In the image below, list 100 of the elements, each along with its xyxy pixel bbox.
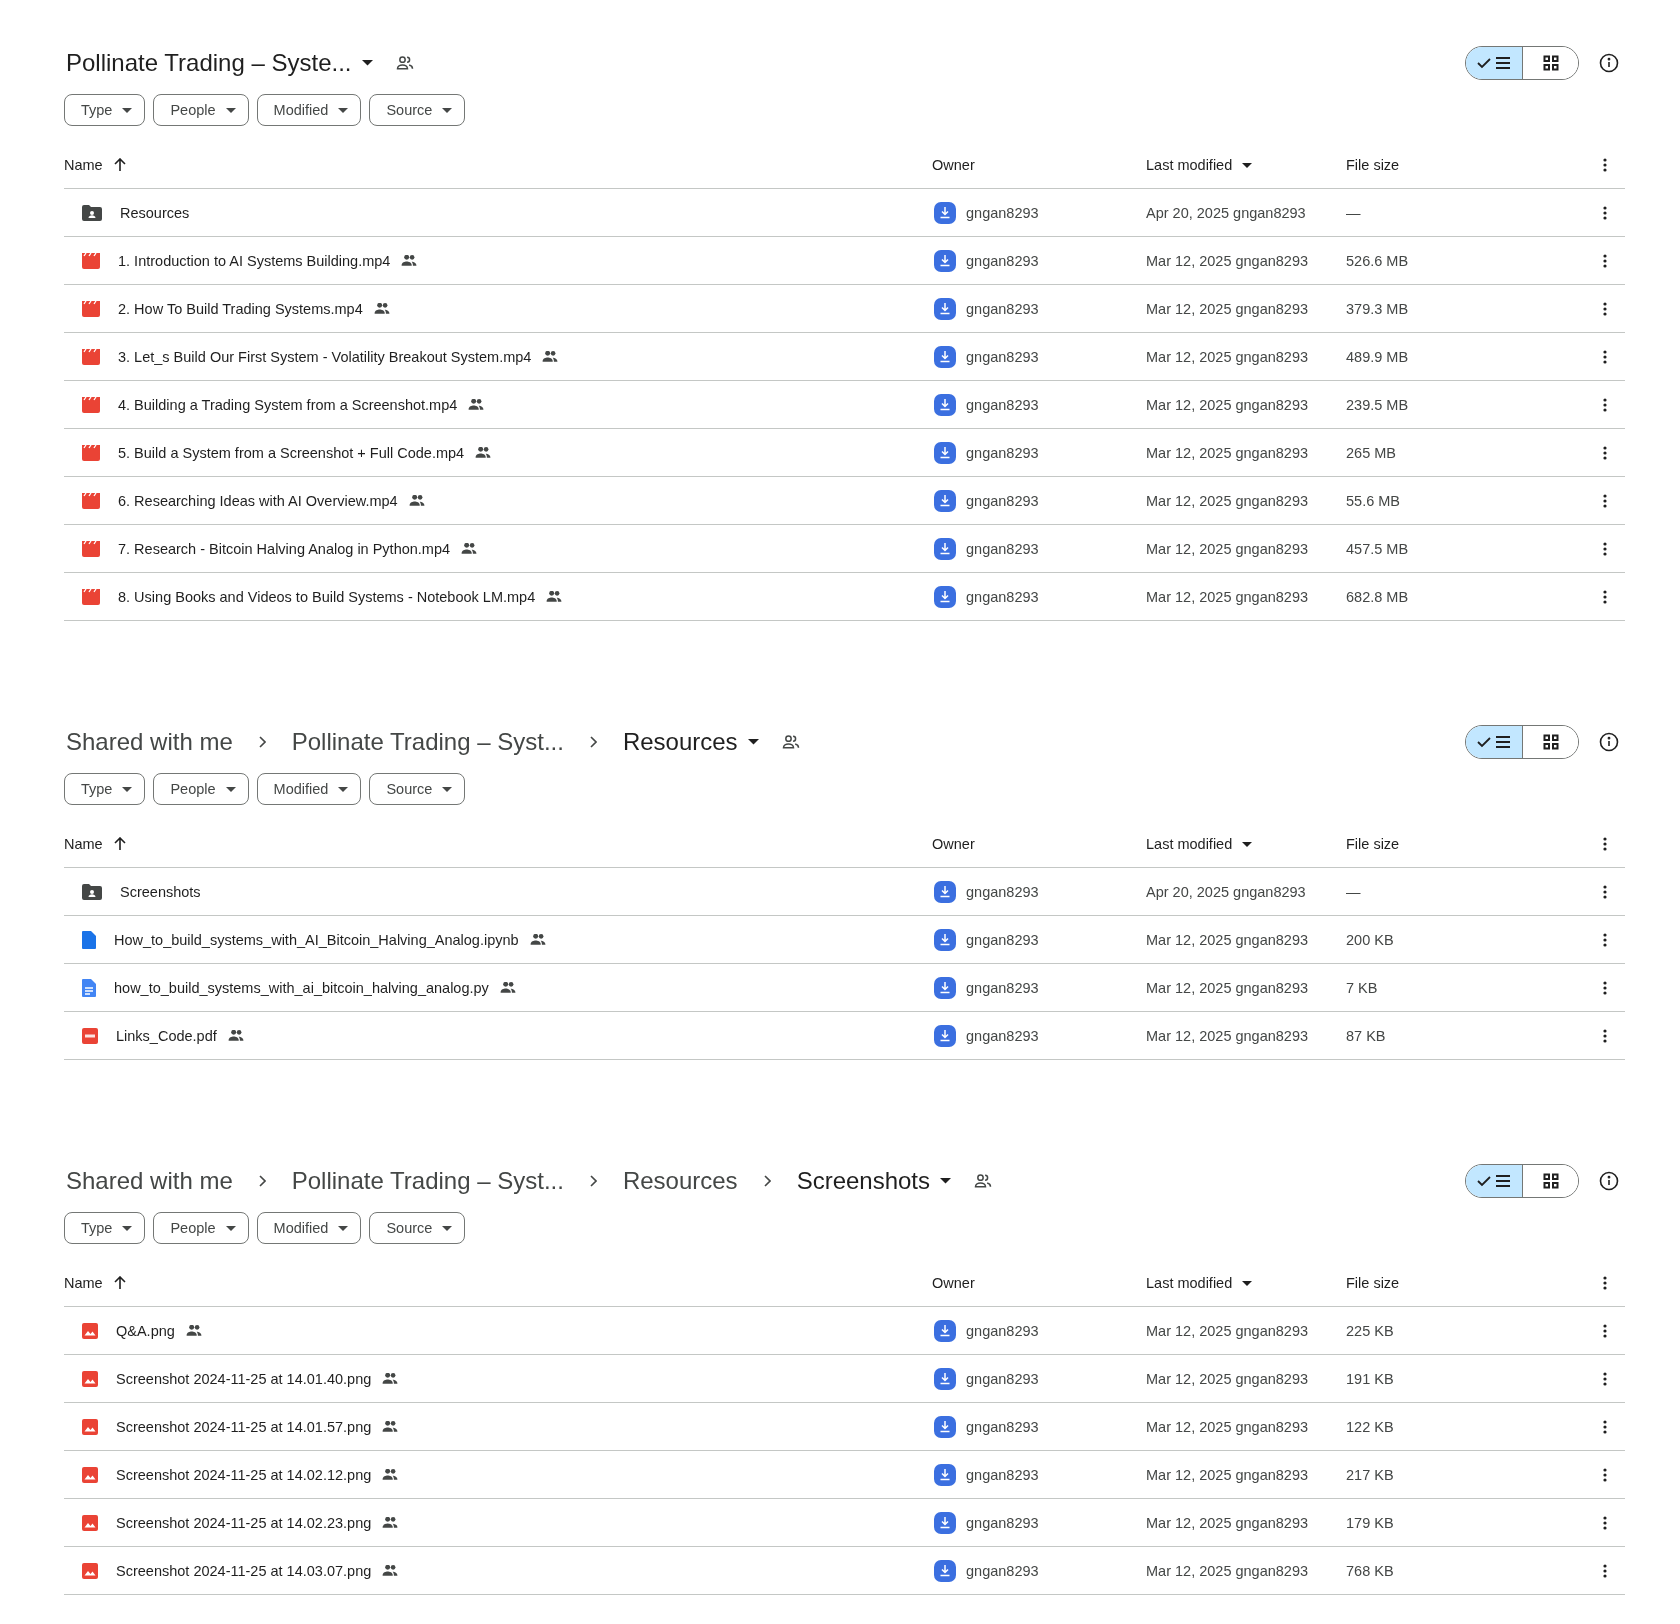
chevron-right-icon	[258, 1175, 266, 1187]
video-file-icon	[82, 540, 100, 557]
file-row[interactable]: Links_Code.pdf gngan8293 Mar 12, 2025 gngan8293 87 KB	[64, 1012, 1625, 1060]
caret-icon	[1242, 1280, 1253, 1286]
download-avatar-icon	[934, 1415, 956, 1438]
grid-view-button[interactable]	[1522, 1165, 1578, 1197]
caret-icon	[442, 786, 453, 792]
filter-chip[interactable]: Modified	[256, 773, 362, 805]
column-header[interactable]: Name	[64, 157, 932, 173]
shared-folder-icon	[82, 883, 102, 900]
column-header[interactable]: File size	[1346, 1275, 1585, 1291]
modified-date: Mar 12, 2025 gngan8293	[1146, 300, 1310, 317]
breadcrumb-item[interactable]: Resources	[620, 1163, 740, 1199]
modified-date: Mar 12, 2025 gngan8293	[1146, 1466, 1310, 1483]
file-name: Q&A.png	[116, 1322, 175, 1339]
caret-icon	[225, 786, 236, 792]
owner-name: gngan8293	[966, 540, 1039, 557]
file-row[interactable]: 7. Research - Bitcoin Halving Analog in Python.mp4 gngan8293 Mar 12, 2025 gngan8293 457.5 MB	[64, 525, 1625, 573]
caret-icon	[747, 739, 759, 745]
grid-view-button[interactable]	[1522, 726, 1578, 758]
download-avatar-icon	[934, 1559, 956, 1582]
list-view-button[interactable]	[1466, 726, 1522, 758]
file-row[interactable]: Resources gngan8293 Apr 20, 2025 gngan8293 —	[64, 189, 1625, 237]
column-header[interactable]: Last modified	[1146, 157, 1346, 173]
file-row[interactable]: Screenshot 2024-11-25 at 14.01.57.png gngan8293 Mar 12, 2025 gngan8293 122 KB	[64, 1403, 1625, 1451]
filter-chip[interactable]: Type	[64, 773, 146, 805]
arrow-up-icon	[112, 158, 127, 172]
breadcrumb-item[interactable]: Pollinate Trading – Syste...	[64, 45, 375, 81]
column-header[interactable]: Owner	[932, 836, 1146, 852]
breadcrumb-item[interactable]: Shared with me	[64, 1163, 235, 1199]
file-row[interactable]: 2. How To Build Trading Systems.mp4 gngan8293 Mar 12, 2025 gngan8293 379.3 MB	[64, 285, 1625, 333]
filter-chip[interactable]: Modified	[256, 1212, 362, 1244]
caret-icon	[1242, 841, 1253, 847]
arrow-up-icon	[112, 837, 127, 851]
video-file-icon	[82, 444, 100, 461]
file-row[interactable]: Screenshots gngan8293 Apr 20, 2025 gngan8293 —	[64, 868, 1625, 916]
grid-view-button[interactable]	[1522, 47, 1578, 79]
filter-chip[interactable]: People	[153, 1212, 249, 1244]
breadcrumb-item[interactable]: Screenshots	[794, 1163, 954, 1199]
file-row[interactable]: Screenshot 2024-11-25 at 14.03.07.png gngan8293 Mar 12, 2025 gngan8293 768 KB	[64, 1547, 1625, 1595]
filter-chip[interactable]: Type	[64, 94, 146, 126]
people-icon	[780, 732, 801, 752]
file-row[interactable]: 3. Let_s Build Our First System - Volatility Breakout System.mp4 gngan8293 Mar 12, 2025 gngan8293 489.9 MB	[64, 333, 1625, 381]
more-icon	[1603, 884, 1607, 899]
download-avatar-icon	[934, 249, 956, 272]
filter-chip[interactable]: Modified	[256, 94, 362, 126]
breadcrumb-item[interactable]: Shared with me	[64, 724, 235, 760]
file-name: 3. Let_s Build Our First System - Volatility Breakout System.mp4	[118, 348, 532, 365]
column-header[interactable]: Last modified	[1146, 1275, 1346, 1291]
filter-chip[interactable]: People	[153, 94, 249, 126]
column-header[interactable]: Last modified	[1146, 836, 1346, 852]
list-view-button[interactable]	[1466, 1165, 1522, 1197]
owner-name: gngan8293	[966, 1466, 1039, 1483]
file-row[interactable]: 6. Researching Ideas with AI Overview.mp4 gngan8293 Mar 12, 2025 gngan8293 55.6 MB	[64, 477, 1625, 525]
more-icon	[1603, 932, 1607, 947]
breadcrumb-item[interactable]: Pollinate Trading – Syst...	[289, 1163, 566, 1199]
file-row[interactable]: 8. Using Books and Videos to Build Systems - Notebook LM.mp4 gngan8293 Mar 12, 2025 gngan8293 682.8 MB	[64, 573, 1625, 621]
file-row[interactable]: 4. Building a Trading System from a Screenshot.mp4 gngan8293 Mar 12, 2025 gngan8293 239.5 MB	[64, 381, 1625, 429]
column-header[interactable]: File size	[1346, 157, 1585, 173]
file-size: 489.9 MB	[1346, 348, 1410, 365]
column-header[interactable]: Owner	[932, 1275, 1146, 1291]
modified-date: Mar 12, 2025 gngan8293	[1146, 492, 1310, 509]
file-row[interactable]: Screenshot 2024-11-25 at 14.01.40.png gngan8293 Mar 12, 2025 gngan8293 191 KB	[64, 1355, 1625, 1403]
list-view-button[interactable]	[1466, 47, 1522, 79]
file-row[interactable]: Q&A.png gngan8293 Mar 12, 2025 gngan8293 225 KB	[64, 1307, 1625, 1355]
document-icon	[82, 930, 96, 949]
file-size: 122 KB	[1346, 1418, 1395, 1435]
chevron-right-icon	[258, 736, 266, 748]
more-icon	[1603, 589, 1607, 604]
column-header[interactable]: File size	[1346, 836, 1585, 852]
file-size: 239.5 MB	[1346, 396, 1410, 413]
owner-name: gngan8293	[966, 204, 1039, 221]
file-size: 179 KB	[1346, 1514, 1395, 1531]
filter-chip[interactable]: Source	[369, 773, 466, 805]
more-icon	[1603, 1563, 1607, 1578]
image-file-icon	[82, 1514, 98, 1531]
file-row[interactable]: Screenshot 2024-11-25 at 14.02.23.png gngan8293 Mar 12, 2025 gngan8293 179 KB	[64, 1499, 1625, 1547]
column-header[interactable]: Name	[64, 1275, 932, 1291]
column-header[interactable]: Name	[64, 836, 932, 852]
breadcrumb-item[interactable]: Pollinate Trading – Syst...	[289, 724, 566, 760]
file-size: —	[1346, 883, 1362, 900]
more-icon	[1603, 1515, 1607, 1530]
caret-icon	[122, 107, 133, 113]
file-row[interactable]: How_to_build_systems_with_AI_Bitcoin_Halving_Analog.ipynb gngan8293 Mar 12, 2025 gngan8293 200 KB	[64, 916, 1625, 964]
filter-chip[interactable]: Source	[369, 94, 466, 126]
filter-chip[interactable]: Source	[369, 1212, 466, 1244]
file-row[interactable]: Screenshot 2024-11-25 at 14.02.12.png gngan8293 Mar 12, 2025 gngan8293 217 KB	[64, 1451, 1625, 1499]
download-avatar-icon	[934, 1367, 956, 1390]
file-size: 87 KB	[1346, 1027, 1387, 1044]
caret-icon	[122, 786, 133, 792]
column-header[interactable]: Owner	[932, 157, 1146, 173]
file-row[interactable]: 5. Build a System from a Screenshot + Full Code.mp4 gngan8293 Mar 12, 2025 gngan8293 265 MB	[64, 429, 1625, 477]
file-size: 7 KB	[1346, 979, 1379, 996]
more-icon	[1603, 158, 1607, 172]
file-name: 7. Research - Bitcoin Halving Analog in Python.mp4	[118, 540, 451, 557]
filter-chip[interactable]: People	[153, 773, 249, 805]
file-row[interactable]: 1. Introduction to AI Systems Building.mp4 gngan8293 Mar 12, 2025 gngan8293 526.6 MB	[64, 237, 1625, 285]
file-row[interactable]: how_to_build_systems_with_ai_bitcoin_halving_analog.py gngan8293 Mar 12, 2025 gngan8293 7 KB	[64, 964, 1625, 1012]
breadcrumb-item[interactable]: Resources	[620, 724, 761, 760]
filter-chip[interactable]: Type	[64, 1212, 146, 1244]
